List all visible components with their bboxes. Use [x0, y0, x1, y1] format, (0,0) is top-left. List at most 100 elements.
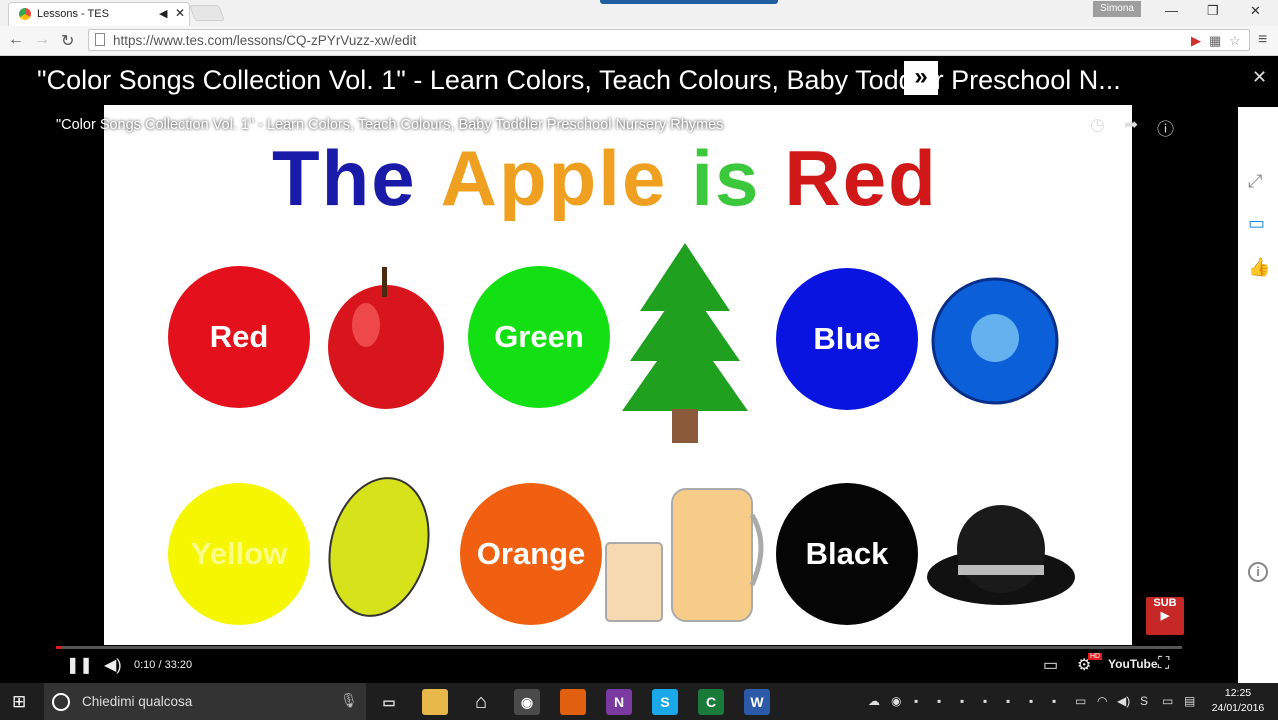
- skype-icon[interactable]: S: [652, 689, 678, 715]
- lesson-close-icon[interactable]: ✕: [1252, 67, 1267, 88]
- lemon-icon: [328, 477, 430, 617]
- info-icon[interactable]: ⓘ: [1157, 115, 1174, 140]
- play-icon: ▶: [1160, 610, 1170, 622]
- home-icon[interactable]: ⌂: [468, 689, 494, 715]
- apple-icon: [328, 267, 444, 409]
- captions-icon[interactable]: ▭: [1043, 655, 1058, 675]
- player-controls: ❚❚ ◀) 0:10 / 33:20 ▭ ⚙ HD YouTube ⛶: [0, 651, 1238, 681]
- expand-button[interactable]: »: [904, 61, 938, 95]
- time-separator: /: [155, 659, 165, 671]
- time-display: 0:10 / 33:20: [134, 659, 192, 671]
- translate-icon[interactable]: ▦: [1209, 33, 1221, 49]
- window-drag-indicator: [600, 0, 778, 4]
- comment-icon[interactable]: ▭: [1248, 213, 1265, 234]
- cortana-search[interactable]: Chiedimi qualcosa 🎙: [44, 683, 366, 720]
- reload-icon[interactable]: ↻: [61, 31, 74, 51]
- chrome-icon[interactable]: ◉: [514, 689, 540, 715]
- tes-favicon-icon: [19, 8, 31, 20]
- total-time: 33:20: [164, 659, 193, 671]
- current-time: 0:10: [134, 659, 156, 671]
- bookmark-star-icon[interactable]: ☆: [1229, 33, 1241, 49]
- fullscreen-icon[interactable]: ⛶: [1158, 655, 1169, 673]
- watch-later-icon[interactable]: ◷: [1090, 115, 1105, 135]
- keyboard-icon[interactable]: S: [1140, 694, 1148, 708]
- progress-bar[interactable]: [56, 646, 1182, 649]
- clock-time: 12:25: [1224, 687, 1252, 699]
- orange-circle: Orange: [460, 483, 602, 625]
- resize-icon[interactable]: ⤢: [1248, 171, 1262, 192]
- display-icon[interactable]: ▭: [1162, 694, 1173, 708]
- tray-icon[interactable]: ▪: [937, 694, 941, 708]
- progress-played: [56, 646, 62, 649]
- back-arrow-icon[interactable]: ←: [8, 31, 24, 49]
- windows-start-icon[interactable]: ⊞: [12, 692, 26, 712]
- thumbs-up-icon[interactable]: 👍: [1248, 257, 1270, 278]
- cortana-icon: [52, 693, 70, 711]
- youtube-logo[interactable]: YouTube: [1108, 657, 1158, 671]
- subscribe-button[interactable]: SUB ▶: [1146, 597, 1184, 635]
- firefox-icon[interactable]: [560, 689, 586, 715]
- headline-word: The: [272, 134, 417, 222]
- chrome-tray-icon[interactable]: ◉: [891, 694, 901, 708]
- pause-icon[interactable]: ❚❚: [66, 655, 93, 675]
- extension-icon[interactable]: ▶: [1191, 33, 1201, 49]
- search-placeholder: Chiedimi qualcosa: [82, 694, 193, 709]
- task-view-icon[interactable]: ▭: [376, 689, 402, 715]
- app-icon[interactable]: C: [698, 689, 724, 715]
- volume-tray-icon[interactable]: ◀): [1117, 694, 1130, 708]
- battery-icon[interactable]: ▭: [1075, 694, 1086, 708]
- url-text[interactable]: https://www.tes.com/lessons/CQ-zPYrVuzz-…: [113, 33, 416, 48]
- juice-jug-icon: [605, 488, 764, 622]
- green-circle: Green: [468, 266, 610, 408]
- clock-date: 24/01/2016: [1211, 702, 1265, 714]
- new-tab-button[interactable]: [189, 5, 225, 21]
- file-explorer-icon[interactable]: [422, 689, 448, 715]
- hat-icon: [927, 505, 1075, 605]
- onedrive-icon[interactable]: ☁: [868, 694, 880, 708]
- browser-tab[interactable]: Lessons - TES ◀︎ ✕: [8, 2, 190, 26]
- onenote-icon[interactable]: N: [606, 689, 632, 715]
- share-icon[interactable]: ➦: [1124, 115, 1138, 135]
- video-title[interactable]: "Color Songs Collection Vol. 1" - Learn …: [56, 117, 723, 133]
- subscribe-label: SUB: [1153, 597, 1177, 609]
- red-circle: Red: [168, 266, 310, 408]
- lesson-title: "Color Songs Collection Vol. 1" - Learn …: [37, 65, 1121, 95]
- panel-info-icon[interactable]: i: [1248, 562, 1268, 582]
- yellow-circle: Yellow: [168, 483, 310, 625]
- restore-icon[interactable]: ❐: [1207, 3, 1219, 19]
- hd-badge: HD: [1088, 653, 1103, 660]
- forward-arrow-icon[interactable]: →: [34, 31, 50, 49]
- minimize-icon[interactable]: —: [1165, 3, 1178, 18]
- address-bar[interactable]: https://www.tes.com/lessons/CQ-zPYrVuzz-…: [88, 29, 1250, 51]
- tab-close-icon[interactable]: ✕: [175, 6, 185, 20]
- tray-icon[interactable]: ▪: [1029, 694, 1033, 708]
- video-frame[interactable]: The Apple is Red Red Green Blue Yellow O…: [104, 105, 1132, 645]
- tray-icon[interactable]: ▪: [1052, 694, 1056, 708]
- blue-circle: Blue: [776, 268, 918, 410]
- ball-icon: [931, 277, 1059, 405]
- microphone-icon[interactable]: 🎙: [340, 692, 358, 709]
- lesson-side-panel: ⤢ ▭ 👍: [1238, 107, 1278, 683]
- tray-icon[interactable]: ▪: [983, 694, 987, 708]
- tray-icon[interactable]: ▪: [960, 694, 964, 708]
- tree-icon: [622, 243, 748, 443]
- window-close-icon[interactable]: ✕: [1250, 3, 1261, 19]
- headline-word: Red: [784, 134, 938, 222]
- notifications-icon[interactable]: ▤: [1184, 694, 1195, 708]
- headline-word: is: [691, 134, 761, 222]
- word-icon[interactable]: W: [744, 689, 770, 715]
- browser-toolbar: ← → ↻ https://www.tes.com/lessons/CQ-zPY…: [0, 26, 1278, 56]
- volume-icon[interactable]: ◀): [104, 655, 122, 675]
- profile-button[interactable]: Simona: [1093, 1, 1141, 17]
- page-icon: [95, 33, 105, 46]
- video-headline: The Apple is Red: [272, 133, 962, 224]
- taskbar-clock[interactable]: 12:25 24/01/2016: [1206, 686, 1270, 716]
- video-player[interactable]: The Apple is Red Red Green Blue Yellow O…: [0, 105, 1238, 683]
- tes-lesson-page: "Color Songs Collection Vol. 1" - Learn …: [0, 57, 1278, 683]
- speaker-icon[interactable]: ◀︎: [159, 7, 167, 20]
- tray-icon[interactable]: ▪: [914, 694, 918, 708]
- headline-word: Apple: [440, 134, 668, 222]
- tray-icon[interactable]: ▪: [1006, 694, 1010, 708]
- wifi-icon[interactable]: ◠: [1097, 694, 1107, 708]
- chrome-menu-icon[interactable]: ≡: [1258, 31, 1267, 49]
